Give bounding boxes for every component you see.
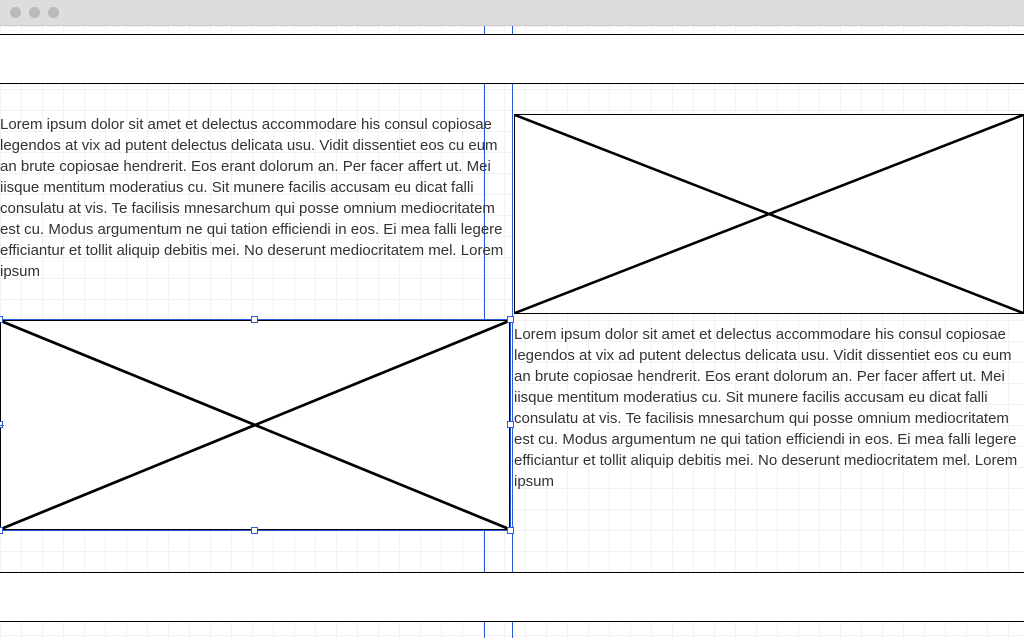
resize-handle-ne[interactable] <box>507 316 514 323</box>
resize-handle-n[interactable] <box>251 316 258 323</box>
selection-outline <box>0 320 510 530</box>
image-placeholder-right[interactable] <box>514 114 1024 314</box>
window-titlebar <box>0 0 1024 26</box>
ruler-tick <box>0 425 4 426</box>
resize-handle-s[interactable] <box>251 527 258 534</box>
footer-placeholder[interactable] <box>0 572 1024 622</box>
resize-handle-e[interactable] <box>507 421 514 428</box>
image-placeholder-left[interactable] <box>0 320 510 530</box>
design-canvas[interactable]: Lorem ipsum dolor sit amet et delectus a… <box>0 26 1024 638</box>
text-block-left[interactable]: Lorem ipsum dolor sit amet et delectus a… <box>0 114 510 304</box>
resize-handle-sw[interactable] <box>0 527 3 534</box>
placeholder-x-icon <box>1 321 509 529</box>
zoom-icon[interactable] <box>48 7 59 18</box>
alignment-guide-vertical <box>512 26 513 638</box>
minimize-icon[interactable] <box>29 7 40 18</box>
resize-handle-se[interactable] <box>507 527 514 534</box>
resize-handle-nw[interactable] <box>0 316 3 323</box>
text-block-right[interactable]: Lorem ipsum dolor sit amet et delectus a… <box>514 324 1024 514</box>
placeholder-x-icon <box>515 115 1023 313</box>
header-placeholder[interactable] <box>0 34 1024 84</box>
close-icon[interactable] <box>10 7 21 18</box>
